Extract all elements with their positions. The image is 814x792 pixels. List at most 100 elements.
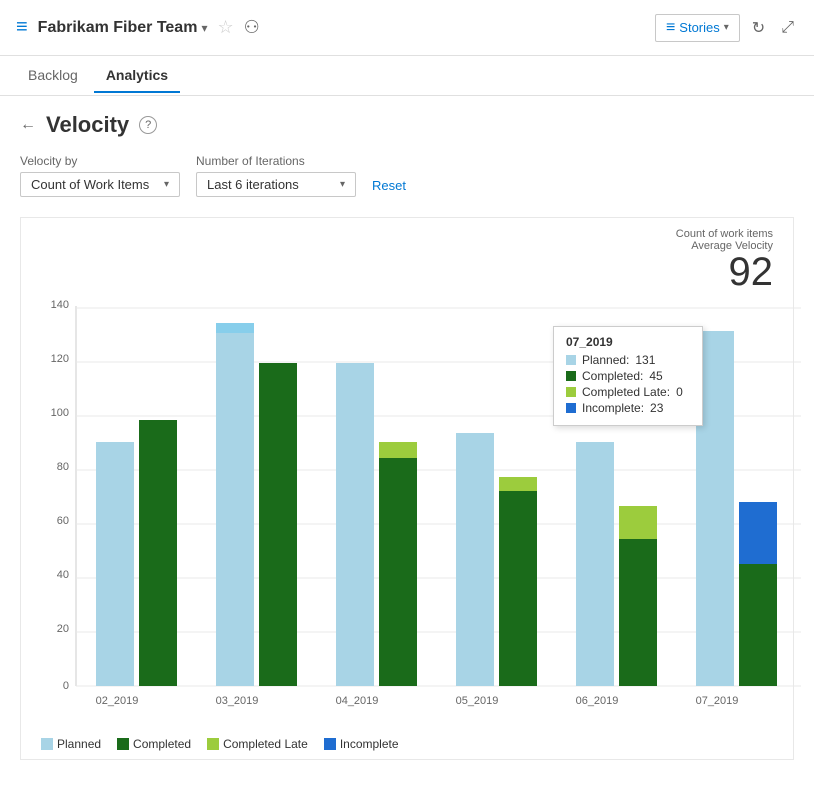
- stories-selector[interactable]: ≡ Stories ▾: [655, 14, 740, 42]
- svg-text:80: 80: [57, 461, 69, 473]
- bar-04-completed-late: [379, 442, 417, 458]
- bar-06-planned: [576, 442, 614, 686]
- iterations-select[interactable]: Last 6 iterations ▾: [196, 172, 356, 197]
- velocity-heading: ← Velocity ?: [20, 112, 794, 138]
- page-content: ← Velocity ? Velocity by Count of Work I…: [0, 96, 814, 776]
- tooltip-completed-late-color: [566, 387, 576, 397]
- tooltip-completed-row: Completed: 45: [566, 369, 690, 383]
- svg-text:05_2019: 05_2019: [456, 695, 499, 707]
- velocity-by-label: Velocity by: [20, 154, 180, 168]
- page-title: Velocity: [46, 112, 129, 138]
- svg-text:03_2019: 03_2019: [216, 695, 259, 707]
- legend-completed: Completed: [117, 737, 191, 751]
- chart-container: Count of work items Average Velocity 92 …: [20, 217, 794, 760]
- stories-chevron-icon: ▾: [724, 22, 729, 33]
- bar-02-completed: [139, 420, 177, 686]
- tooltip-completed-late-row: Completed Late: 0: [566, 385, 690, 399]
- legend-incomplete: Incomplete: [324, 737, 399, 751]
- svg-text:20: 20: [57, 623, 69, 635]
- legend-completed-late-label: Completed Late: [223, 737, 308, 751]
- velocity-by-chevron-icon: ▾: [164, 179, 169, 190]
- tooltip-completed-late-label: Completed Late:: [582, 385, 670, 399]
- tooltip-planned-color: [566, 355, 576, 365]
- chart-tooltip: 07_2019 Planned: 131 Completed: 45 Compl…: [553, 326, 703, 426]
- bar-05-completed-late: [499, 477, 537, 491]
- expand-button[interactable]: ⤢: [777, 15, 798, 41]
- tooltip-incomplete-value: 23: [650, 401, 663, 415]
- team-members-icon[interactable]: ⚇: [244, 17, 260, 38]
- bar-07-completed: [739, 564, 777, 686]
- svg-text:140: 140: [51, 299, 69, 311]
- legend-planned-label: Planned: [57, 737, 101, 751]
- svg-text:0: 0: [63, 680, 69, 692]
- bar-06-completed-late: [619, 506, 657, 539]
- iterations-chevron-icon: ▾: [340, 179, 345, 190]
- tooltip-completed-late-value: 0: [676, 385, 683, 399]
- tooltip-planned-label: Planned:: [582, 353, 629, 367]
- app-icon: ≡: [16, 16, 28, 39]
- tooltip-title: 07_2019: [566, 335, 690, 349]
- bar-05-planned: [456, 433, 494, 686]
- legend-completed-late-color: [207, 738, 219, 750]
- tooltip-incomplete-label: Incomplete:: [582, 401, 644, 415]
- bar-07-incomplete: [739, 502, 777, 564]
- header: ≡ Fabrikam Fiber Team ▾ ☆ ⚇ ≡ Stories ▾ …: [0, 0, 814, 56]
- header-actions: ≡ Stories ▾ ↻ ⤢: [655, 14, 798, 42]
- tooltip-planned-value: 131: [635, 353, 655, 367]
- iterations-label: Number of Iterations: [196, 154, 356, 168]
- avg-velocity-label: Average Velocity: [31, 240, 773, 252]
- bar-03-completed: [259, 363, 297, 686]
- nav-tabs: Backlog Analytics: [0, 56, 814, 96]
- chart-meta: Count of work items Average Velocity 92: [31, 228, 783, 292]
- velocity-by-filter: Velocity by Count of Work Items ▾: [20, 154, 180, 197]
- tooltip-completed-label: Completed:: [582, 369, 643, 383]
- tab-analytics[interactable]: Analytics: [94, 59, 180, 93]
- svg-text:120: 120: [51, 353, 69, 365]
- tab-backlog[interactable]: Backlog: [16, 59, 90, 93]
- favorite-icon[interactable]: ☆: [217, 17, 233, 38]
- tooltip-incomplete-row: Incomplete: 23: [566, 401, 690, 415]
- reset-button[interactable]: Reset: [372, 174, 406, 197]
- bar-04-completed: [379, 458, 417, 686]
- legend-planned: Planned: [41, 737, 101, 751]
- legend-incomplete-label: Incomplete: [340, 737, 399, 751]
- bar-03-highlight: [216, 323, 254, 333]
- bar-04-planned: [336, 363, 374, 686]
- refresh-button[interactable]: ↻: [748, 14, 769, 42]
- tooltip-incomplete-color: [566, 403, 576, 413]
- svg-text:06_2019: 06_2019: [576, 695, 619, 707]
- metric-label: Count of work items: [31, 228, 773, 240]
- iterations-value: Last 6 iterations: [207, 177, 299, 192]
- back-button[interactable]: ←: [20, 116, 36, 134]
- legend-completed-late: Completed Late: [207, 737, 308, 751]
- svg-text:02_2019: 02_2019: [96, 695, 139, 707]
- svg-text:100: 100: [51, 407, 69, 419]
- svg-text:60: 60: [57, 515, 69, 527]
- chart-legend: Planned Completed Completed Late Incompl…: [31, 729, 783, 759]
- team-chevron-icon[interactable]: ▾: [201, 21, 207, 35]
- velocity-by-value: Count of Work Items: [31, 177, 149, 192]
- team-name: Fabrikam Fiber Team: [38, 19, 198, 37]
- bar-05-completed: [499, 491, 537, 686]
- chart-area: .axis-text { font-size: 11px; fill: #666…: [31, 296, 783, 729]
- filters-row: Velocity by Count of Work Items ▾ Number…: [20, 154, 794, 197]
- svg-text:07_2019: 07_2019: [696, 695, 739, 707]
- legend-completed-color: [117, 738, 129, 750]
- legend-incomplete-color: [324, 738, 336, 750]
- help-icon[interactable]: ?: [139, 116, 157, 134]
- svg-text:04_2019: 04_2019: [336, 695, 379, 707]
- bar-03-planned: [216, 333, 254, 686]
- stories-label: Stories: [679, 20, 719, 35]
- velocity-by-select[interactable]: Count of Work Items ▾: [20, 172, 180, 197]
- tooltip-completed-color: [566, 371, 576, 381]
- bar-02-planned: [96, 442, 134, 686]
- bar-06-completed: [619, 539, 657, 686]
- tooltip-planned-row: Planned: 131: [566, 353, 690, 367]
- iterations-filter: Number of Iterations Last 6 iterations ▾: [196, 154, 356, 197]
- stories-list-icon: ≡: [666, 19, 675, 37]
- avg-velocity-value: 92: [31, 252, 773, 292]
- legend-completed-label: Completed: [133, 737, 191, 751]
- tooltip-completed-value: 45: [649, 369, 662, 383]
- svg-text:40: 40: [57, 569, 69, 581]
- legend-planned-color: [41, 738, 53, 750]
